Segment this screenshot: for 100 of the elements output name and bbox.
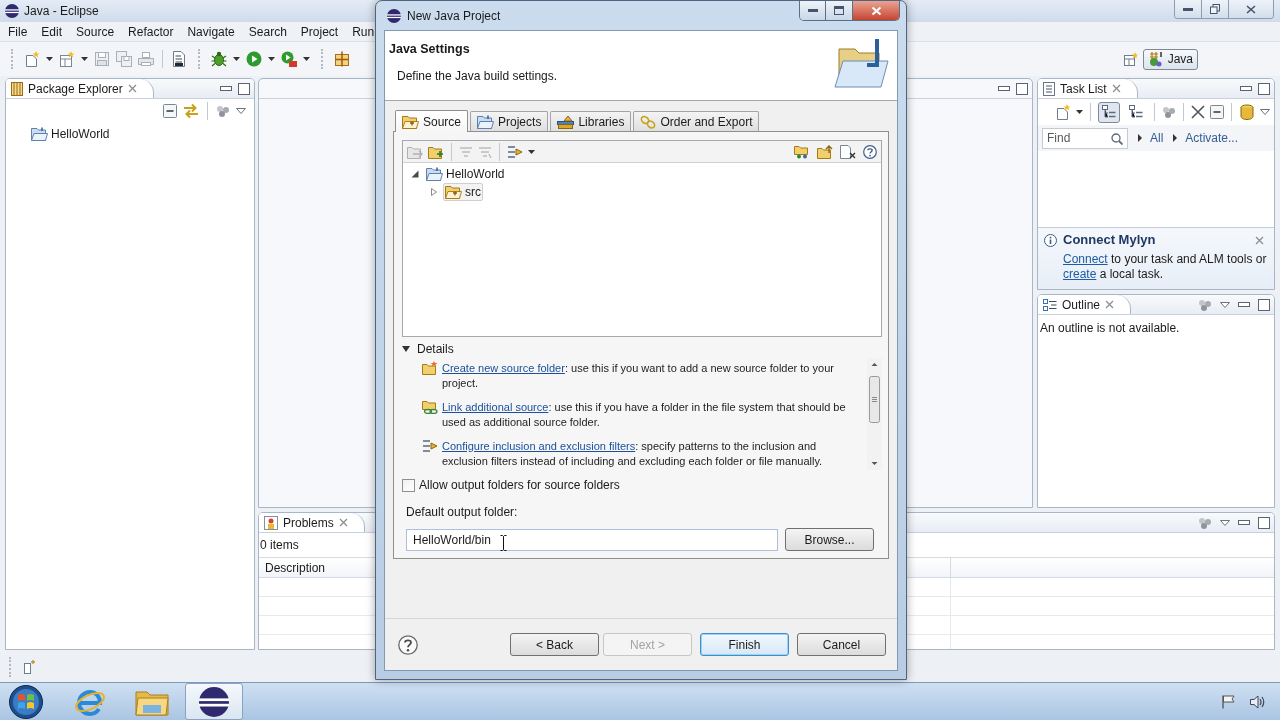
circles-icon[interactable]	[216, 105, 230, 117]
project-folder-icon	[31, 127, 48, 141]
link[interactable]: Connect	[1063, 252, 1108, 266]
toggle-button[interactable]	[1098, 101, 1120, 123]
menu-item[interactable]: Project	[293, 21, 346, 42]
collapse-all-icon[interactable]	[163, 104, 177, 118]
triangle-icon[interactable]	[402, 346, 410, 352]
tree-item[interactable]: HelloWorld	[31, 126, 110, 142]
maximize-icon[interactable]	[1016, 82, 1028, 95]
document-x-icon[interactable]	[840, 144, 856, 159]
folder-up-icon[interactable]	[817, 144, 833, 159]
document-icon[interactable]	[171, 51, 187, 67]
tree-item[interactable]: src	[443, 183, 483, 201]
menu-item[interactable]: File	[1, 21, 35, 42]
dialog-button[interactable]: Finish	[700, 633, 789, 656]
new-file-icon[interactable]	[24, 51, 40, 67]
link[interactable]: Create new source folder	[442, 362, 565, 374]
minimize-button[interactable]	[800, 1, 826, 20]
package-icon[interactable]	[334, 51, 350, 67]
close-button[interactable]	[853, 1, 899, 20]
circles-icon[interactable]	[1198, 298, 1212, 311]
circles-icon[interactable]	[1162, 106, 1176, 118]
find-field[interactable]: Find	[1042, 127, 1128, 149]
help-icon[interactable]	[398, 634, 418, 655]
view-menu-icon[interactable]	[1260, 109, 1270, 115]
view-menu-icon[interactable]	[1220, 519, 1230, 526]
view-tab[interactable]: Problems	[259, 513, 365, 532]
dialog-tab[interactable]: Projects	[470, 111, 549, 131]
caret-down-icon[interactable]	[81, 57, 88, 61]
menu-item[interactable]: Navigate	[180, 21, 242, 42]
filter-link[interactable]: Activate...	[1173, 129, 1239, 147]
view-tab[interactable]: Task List	[1038, 79, 1138, 98]
triangle-icon[interactable]	[411, 170, 419, 178]
caret-down-icon[interactable]	[233, 57, 240, 61]
minimize-icon[interactable]	[220, 86, 232, 91]
add-folder-icon[interactable]	[428, 144, 444, 159]
close-button[interactable]	[1229, 0, 1273, 18]
minimize-icon[interactable]	[1238, 302, 1250, 307]
minimize-icon[interactable]	[998, 86, 1010, 91]
maximize-icon[interactable]	[238, 82, 250, 95]
new-file-icon[interactable]	[1055, 104, 1071, 120]
close-icon[interactable]	[1255, 235, 1264, 245]
view-menu-icon[interactable]	[1220, 301, 1230, 308]
close-icon[interactable]	[1111, 84, 1121, 93]
tree-item[interactable]: HelloWorld	[424, 165, 507, 183]
sync-arrows-icon[interactable]	[183, 103, 199, 119]
minimize-icon[interactable]	[1238, 520, 1250, 525]
caret-down-icon[interactable]	[268, 57, 275, 61]
maximize-button[interactable]	[826, 1, 853, 20]
perspective-button[interactable]: Java	[1142, 48, 1198, 70]
close-icon[interactable]	[1105, 300, 1115, 309]
new-window-icon[interactable]	[59, 51, 75, 67]
view-tab[interactable]: Package Explorer	[6, 79, 154, 98]
folder-dots-icon[interactable]	[794, 144, 810, 159]
link[interactable]: create	[1063, 267, 1097, 281]
run-icon[interactable]	[246, 51, 262, 67]
menu-item[interactable]: Refactor	[121, 21, 181, 42]
caret-down-icon[interactable]	[528, 149, 535, 154]
restore-button[interactable]	[1202, 0, 1229, 18]
dialog-tab[interactable]: Source	[395, 110, 469, 132]
output-folder-field[interactable]: HelloWorld/bin	[406, 528, 778, 551]
minimize-icon[interactable]	[1240, 86, 1252, 91]
flag-icon[interactable]	[1222, 694, 1236, 709]
dialog-button[interactable]: < Back	[510, 633, 599, 656]
maximize-icon[interactable]	[1258, 516, 1270, 529]
window-diamond-icon[interactable]	[24, 660, 36, 674]
maximize-icon[interactable]	[1258, 82, 1270, 95]
browse-button[interactable]: Browse...	[785, 528, 874, 551]
menu-item[interactable]: Edit	[34, 21, 70, 42]
circles-icon[interactable]	[1198, 516, 1212, 529]
filter-link[interactable]: All	[1138, 129, 1164, 147]
close-icon[interactable]	[338, 518, 348, 527]
list-arrow-icon[interactable]	[507, 144, 523, 159]
menu-item[interactable]: Source	[69, 21, 122, 42]
caret-down-icon[interactable]	[46, 57, 53, 61]
caret-down-icon[interactable]	[303, 57, 310, 61]
menu-item[interactable]: Run	[345, 21, 382, 42]
dialog-button[interactable]: Cancel	[797, 633, 886, 656]
collapse-all-icon[interactable]	[1210, 105, 1224, 119]
caret-down-icon[interactable]	[1076, 110, 1083, 114]
database-icon[interactable]	[1239, 104, 1255, 120]
maximize-icon[interactable]	[1258, 298, 1270, 311]
bug-icon[interactable]	[211, 51, 227, 67]
minimize-button[interactable]	[1175, 0, 1202, 18]
section-title[interactable]: Details	[417, 340, 454, 358]
close-icon[interactable]	[127, 84, 137, 93]
menu-item[interactable]: Search	[241, 21, 294, 42]
checkbox[interactable]	[402, 478, 415, 492]
cross-icon[interactable]	[1191, 105, 1205, 119]
play-badge-icon[interactable]	[281, 51, 297, 67]
taskbar-app[interactable]	[185, 683, 243, 720]
open-folder-icon	[833, 37, 889, 89]
view-menu-icon[interactable]	[236, 108, 246, 114]
view-tab[interactable]: Outline	[1038, 295, 1132, 314]
start-button[interactable]	[7, 683, 45, 720]
dialog-tab[interactable]: Libraries	[550, 111, 632, 131]
help-icon[interactable]	[863, 144, 877, 159]
dialog-tab[interactable]: Order and Export	[633, 111, 760, 131]
speaker-icon[interactable]	[1250, 694, 1266, 709]
marker-box-icon	[264, 515, 278, 530]
